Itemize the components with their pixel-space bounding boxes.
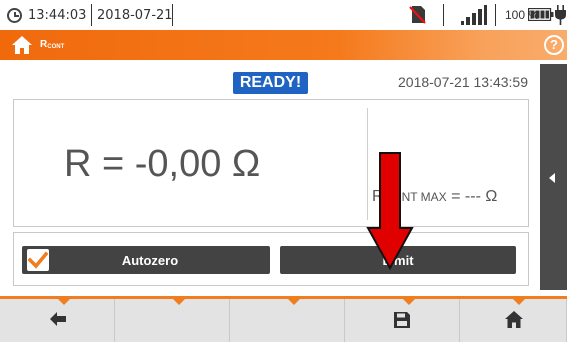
no-sim-icon <box>409 6 426 24</box>
chevron-left-icon <box>549 173 555 183</box>
battery-icon <box>528 8 554 21</box>
signal-icon <box>461 5 487 25</box>
autozero-label: Autozero <box>121 253 179 268</box>
power-plug-icon <box>555 5 566 25</box>
title-bar: RCONT ? <box>0 30 567 60</box>
status-divider <box>495 4 496 26</box>
save-button[interactable] <box>345 299 460 342</box>
tab-notch <box>288 299 300 305</box>
toolbar-slot-3[interactable] <box>230 299 345 342</box>
clock-icon <box>7 8 22 23</box>
tab-notch <box>513 299 525 305</box>
tab-notch <box>403 299 415 305</box>
status-badge: READY! <box>233 72 308 94</box>
side-panel-toggle[interactable] <box>540 64 567 290</box>
home-icon <box>505 311 523 328</box>
status-bar: 13:44:03 2018-07-21 100 % <box>0 0 567 30</box>
status-divider <box>172 4 173 26</box>
home-icon[interactable] <box>11 35 33 55</box>
toolbar-slot-2[interactable] <box>115 299 230 342</box>
measurement-timestamp: 2018-07-21 13:43:59 <box>398 74 528 90</box>
bottom-toolbar <box>0 296 567 342</box>
back-arrow-icon <box>50 312 66 326</box>
help-icon[interactable]: ? <box>544 35 564 55</box>
save-icon <box>394 312 410 328</box>
autozero-button[interactable]: Autozero <box>22 246 270 274</box>
status-divider <box>91 4 92 26</box>
tab-notch <box>58 299 70 305</box>
autozero-checkbox[interactable] <box>27 249 49 271</box>
status-divider <box>443 4 444 26</box>
page-title: RCONT <box>40 39 65 50</box>
home-button[interactable] <box>460 299 567 342</box>
status-date: 2018-07-21 <box>97 8 173 23</box>
status-time: 13:44:03 <box>28 8 87 23</box>
tab-notch <box>173 299 185 305</box>
checkmark-icon <box>28 251 48 269</box>
button-row: Autozero Limit <box>13 232 529 286</box>
annotation-arrow <box>366 152 414 270</box>
resistance-result: R = -0,00 Ω <box>64 143 261 185</box>
back-button[interactable] <box>0 299 115 342</box>
result-panel: R = -0,00 Ω RCONT MAX = --- Ω <box>13 99 529 227</box>
